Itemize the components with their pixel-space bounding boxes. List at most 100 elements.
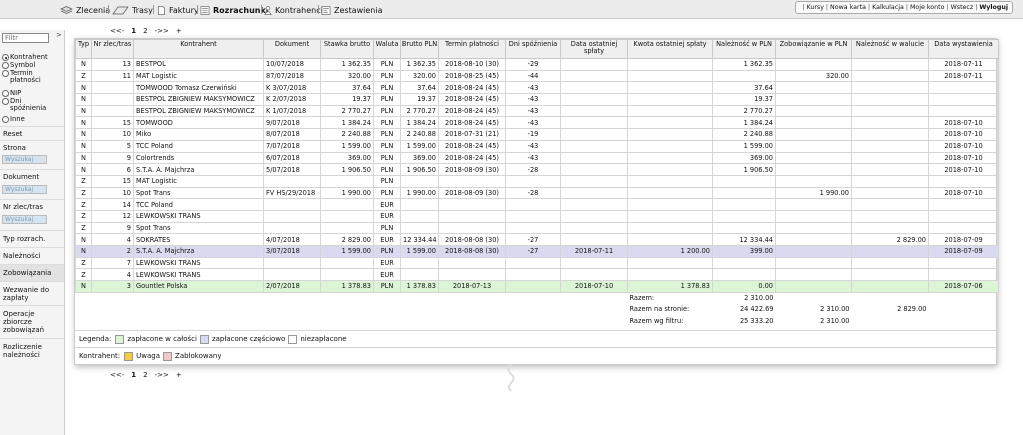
radio-kontrahent[interactable]: Kontrahent [2,54,48,61]
table-row[interactable]: N 3 Gountlet Polska 2/07/2018 1 378.83 PLN 1 3… [75,280,999,293]
table-row[interactable]: N 6 S.T.A. A. Majchrza 5/07/2018 1 906.50 PLN… [75,163,999,176]
table-cell: 2018-07-09 [928,245,999,258]
dokument-search-input[interactable]: Wyszukaj [2,185,47,194]
pager-add[interactable]: + [176,27,182,35]
pager-page-2[interactable]: 2 [143,27,147,35]
operacje-zbiorcze-button[interactable]: Operacje zbiorcze zobowiązań [0,305,64,337]
typ-rozrach-button[interactable]: Typ rozrach. [0,230,64,247]
pager-add[interactable]: + [176,371,182,379]
table-cell [505,209,561,223]
strona-search-input[interactable]: Wyszukaj [2,155,47,164]
table-cell: 6/07/2018 [263,151,321,165]
table-cell: N [75,116,92,130]
table-cell: Spot Trans [133,186,264,200]
column-header[interactable]: Dni spóźnienia [505,39,561,59]
table-cell: N [75,58,92,71]
reset-button[interactable]: Reset [0,126,64,140]
column-header[interactable]: Należność w PLN [712,39,776,59]
link-wstecz[interactable]: Wstecz [951,4,974,11]
column-header[interactable]: Data ostatniej spłaty [560,39,628,59]
pager-next[interactable]: ->> [155,371,169,379]
menu-zlecenia[interactable]: Zlecenia [60,4,110,16]
table-cell: 2018-08-24 (45) [438,116,506,130]
table-row[interactable]: Z 10 Spot Trans FV HS/29/2018 1 990.00 PLN 1 9… [75,186,999,200]
table-row[interactable]: Z 9 Spot Trans PLN [75,221,999,235]
pager-next[interactable]: ->> [155,27,169,35]
rozliczenie-button[interactable]: Rozliczenie należności [0,338,64,363]
pager-prev[interactable]: <<- [110,371,124,379]
column-header[interactable]: Typ [75,39,92,59]
link-kursy[interactable]: Kursy [807,4,824,11]
table-cell [928,256,999,270]
table-row[interactable]: N BESTPOL ZBIGNIEW MAKSYMOWICZ K 2/07/2018… [75,93,999,106]
table-cell: 19.37 [712,93,776,106]
menu-kontrahenci[interactable]: Kontrahenci [264,4,323,16]
column-header[interactable]: Termin płatności [438,39,506,59]
menu-zestawienia[interactable]: Zestawienia [321,4,383,16]
table-row[interactable]: N TOMWOOD Tomasz Czerwiński K 3/07/2018 37.… [75,81,999,95]
table-row[interactable]: N 4 SOKRATES 4/07/2018 2 829.00 EUR 12 334.44 2… [75,233,999,246]
table-row[interactable]: N 9 Colortrends 6/07/2018 369.00 PLN 369.00 201… [75,151,999,165]
wezwanie-button[interactable]: Wezwanie do zapłaty [0,281,64,305]
table-cell [775,151,852,165]
column-header[interactable]: Dokument [263,39,321,59]
table-cell [627,116,713,130]
table-row[interactable]: N 10 Miko 8/07/2018 2 240.88 PLN 2 240.88 2018-… [75,128,999,141]
table-cell [438,209,506,223]
collapse-toggle[interactable]: > [56,31,62,39]
radio-dni-spoznienia[interactable]: Dni spóźnienia [2,98,46,112]
zobowiazania-button[interactable]: Zobowiązania [0,264,64,281]
link-moje-konto[interactable]: Moje konto [910,4,945,11]
radio-inne[interactable]: Inne [2,116,25,123]
radio-symbol[interactable]: Symbol [2,62,35,69]
column-header[interactable]: Zobowiązanie w PLN [775,39,852,59]
summary-naleznosc: 25 333.20 [739,316,774,325]
column-header[interactable]: Nr zlec/tras [91,39,134,59]
column-header[interactable]: Kontrahent [133,39,264,59]
table-row[interactable]: N BESTPOL ZBIGNIEW MAKSYMOWICZ K 1/07/2018… [75,104,999,118]
table-row[interactable]: Z 4 LEWKOWSKI TRANS EUR [75,268,999,282]
menu-divider [153,5,154,14]
pager-page-1[interactable]: 1 [131,371,136,379]
pager-prev[interactable]: <<- [110,27,124,35]
column-header[interactable]: Stawka brutto [320,39,374,59]
filter-input[interactable] [2,33,49,43]
strona-label: Strona [0,140,64,154]
table-cell [560,93,628,106]
nr-zlec-search-input[interactable]: Wyszukaj [2,215,47,224]
summary-spacer [929,315,999,326]
link-nowa-karta[interactable]: Nowa karta [830,4,866,11]
table-row[interactable]: N 2 S.T.A. A. Majchrza 3/07/2018 1 599.00 PLN… [75,245,999,258]
table-cell: 320.00 [320,69,374,83]
table-row[interactable]: N 15 TOMWOOD 9/07/2018 1 384.24 PLN 1 384.24 20… [75,116,999,130]
menu-trasy[interactable]: Trasy [112,4,153,16]
table-cell: 2018-07-13 [438,280,506,293]
table-row[interactable]: Z 7 LEWKOWSKI TRANS EUR [75,256,999,270]
pager-page-2[interactable]: 2 [143,371,147,379]
naleznosci-button[interactable]: Należności [0,247,64,264]
legend-warning: Uwaga [136,352,161,360]
column-header[interactable]: Kwota ostatniej spłaty [627,39,713,59]
menu-faktury[interactable]: Faktury [157,4,199,16]
table-row[interactable]: Z 11 MAT Logistic 87/07/2018 320.00 PLN 320.00… [75,69,999,83]
table-cell [775,81,852,95]
link-wyloguj[interactable]: Wyloguj [979,4,1008,11]
table-cell: -44 [505,69,561,83]
table-row[interactable]: N 5 TCC Poland 7/07/2018 1 599.00 PLN 1 599.00… [75,139,999,153]
table-cell: -43 [505,81,561,95]
table-row[interactable]: N 13 BESTPOL 10/07/2018 1 362.35 PLN 1 362.35 2… [75,58,999,71]
column-header[interactable]: Data wystawienia [928,39,999,59]
table-row[interactable]: Z 14 TCC Poland EUR [75,198,999,211]
column-header[interactable]: Waluta [373,39,401,59]
table-row[interactable]: Z 12 LEWKOWSKI TRANS EUR [75,209,999,223]
pager-page-1[interactable]: 1 [131,27,136,35]
link-kalkulacja[interactable]: Kalkulacja [872,4,904,11]
radio-termin[interactable]: Termin płatności [2,70,52,84]
table-row[interactable]: Z 15 MAT Logistic PLN [75,174,999,188]
menu-rozrachunki[interactable]: Rozrachunki [200,4,269,16]
column-header[interactable]: Brutto PLN [400,39,439,59]
table-cell [851,245,929,258]
radio-nip[interactable]: NIP [2,90,21,97]
table-cell: LEWKOWSKI TRANS [133,268,264,282]
column-header[interactable]: Należność w walucie [851,39,929,59]
